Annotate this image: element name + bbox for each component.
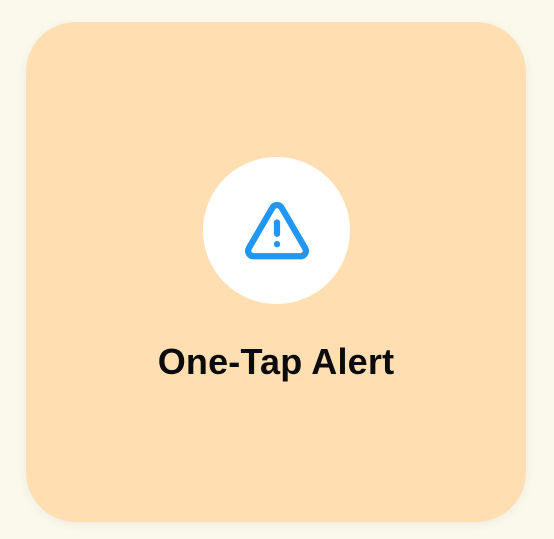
icon-circle <box>203 157 350 304</box>
one-tap-alert-card[interactable]: One-Tap Alert <box>26 22 526 522</box>
warning-triangle-icon <box>244 201 309 259</box>
card-label: One-Tap Alert <box>157 341 395 382</box>
page: One-Tap Alert <box>0 0 554 539</box>
